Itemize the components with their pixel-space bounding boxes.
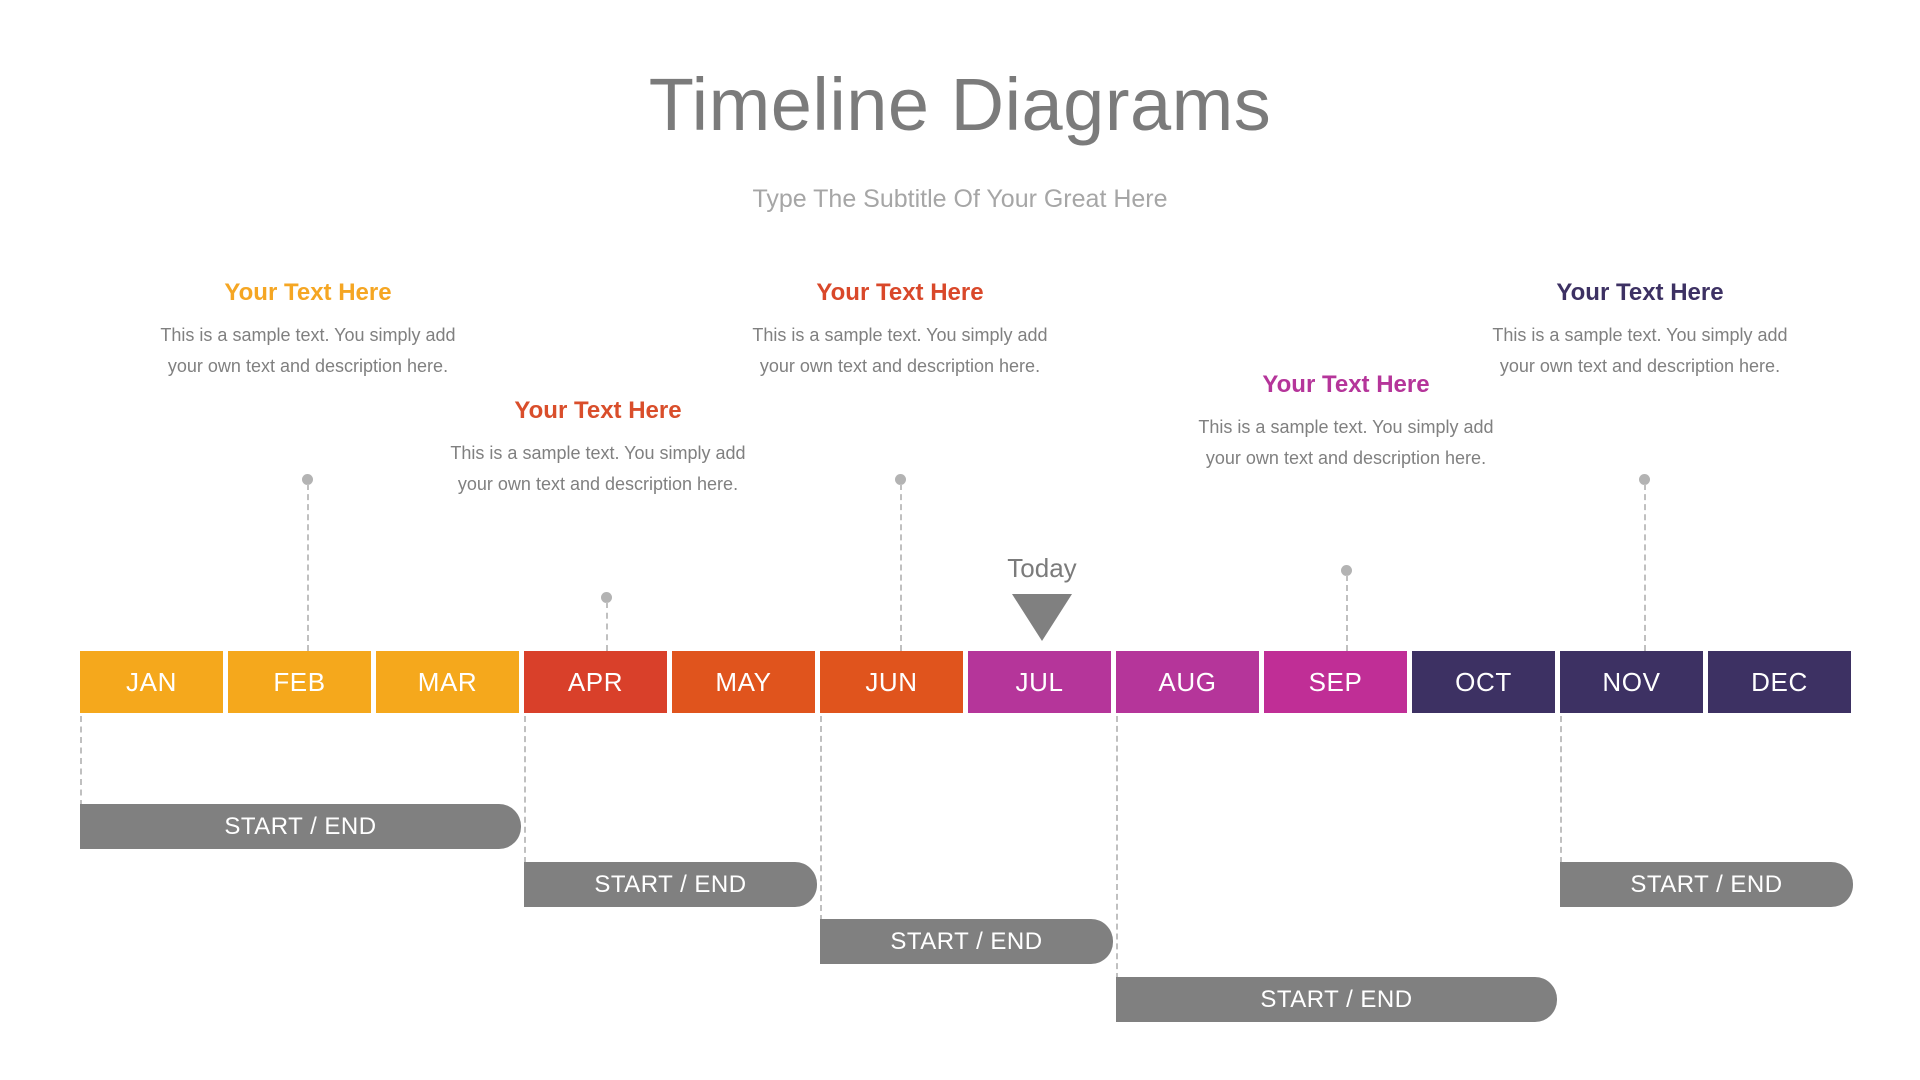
month-label: OCT [1455,666,1512,697]
callout-block-5: Your Text Here This is a sample text. Yo… [1490,278,1790,382]
callout-block-2: Your Text Here This is a sample text. Yo… [448,396,748,500]
today-label: Today [1007,553,1077,583]
page-title: Timeline Diagrams [648,63,1272,146]
month-cell-may[interactable]: MAY [672,651,815,713]
month-cell-sep[interactable]: SEP [1264,651,1407,713]
phase-bar-1[interactable]: START / END [80,804,521,849]
month-label: JUL [1015,666,1064,697]
callout-title-4: Your Text Here [1262,371,1430,398]
month-label: MAR [417,666,478,697]
callout-body-4: This is a sample text. You simply add yo… [1198,417,1494,468]
today-arrow-icon [1012,594,1072,641]
month-label: MAY [715,666,772,697]
callout-title-5: Your Text Here [1556,279,1724,306]
month-label: JUN [865,666,918,697]
phase-bar-4[interactable]: START / END [1116,977,1557,1022]
month-cell-jan[interactable]: JAN [80,651,223,713]
callout-block-4: Your Text Here This is a sample text. Yo… [1196,370,1496,474]
phase-bar-2[interactable]: START / END [524,862,817,907]
month-cell-oct[interactable]: OCT [1412,651,1555,713]
leader-line-5 [1644,484,1646,651]
callout-body-2: This is a sample text. You simply add yo… [450,443,746,494]
month-cell-nov[interactable]: NOV [1560,651,1703,713]
phase-label: START / END [224,812,377,840]
callout-title-3: Your Text Here [816,279,984,306]
leader-line-3 [900,484,902,651]
timeline-slide: Timeline Diagrams Type The Subtitle Of Y… [0,0,1920,1080]
phase-connector-5 [1560,716,1562,863]
month-label: AUG [1158,666,1217,697]
phase-label: START / END [594,870,747,898]
page-subtitle: Type The Subtitle Of Your Great Here [752,185,1168,213]
month-cell-feb[interactable]: FEB [228,651,371,713]
month-cell-dec[interactable]: DEC [1708,651,1851,713]
leader-line-1 [307,484,309,651]
month-label: JAN [126,666,177,697]
month-cell-jun[interactable]: JUN [820,651,963,713]
month-label: DEC [1751,666,1808,697]
callout-block-3: Your Text Here This is a sample text. Yo… [750,278,1050,382]
callout-block-1: Your Text Here This is a sample text. Yo… [158,278,458,382]
month-label: SEP [1308,666,1363,697]
phase-bar-3[interactable]: START / END [820,919,1113,964]
callout-title-1: Your Text Here [224,279,392,306]
callout-body-1: This is a sample text. You simply add yo… [160,325,456,376]
month-label: APR [567,666,624,697]
month-cell-aug[interactable]: AUG [1116,651,1259,713]
callout-title-2: Your Text Here [514,397,682,424]
phase-connector-3 [820,716,822,921]
phase-connector-1 [80,716,82,806]
month-cell-apr[interactable]: APR [524,651,667,713]
month-label: FEB [273,666,326,697]
phase-label: START / END [1630,870,1783,898]
phase-connector-2 [524,716,526,863]
phase-label: START / END [1260,985,1413,1013]
phase-label: START / END [890,927,1043,955]
phase-connector-4 [1116,716,1118,979]
month-label: NOV [1602,666,1661,697]
leader-line-4 [1346,575,1348,651]
month-cell-mar[interactable]: MAR [376,651,519,713]
phase-bar-5[interactable]: START / END [1560,862,1853,907]
callout-body-5: This is a sample text. You simply add yo… [1492,325,1788,376]
leader-line-2 [606,602,608,651]
month-cell-jul[interactable]: JUL [968,651,1111,713]
callout-body-3: This is a sample text. You simply add yo… [752,325,1048,376]
